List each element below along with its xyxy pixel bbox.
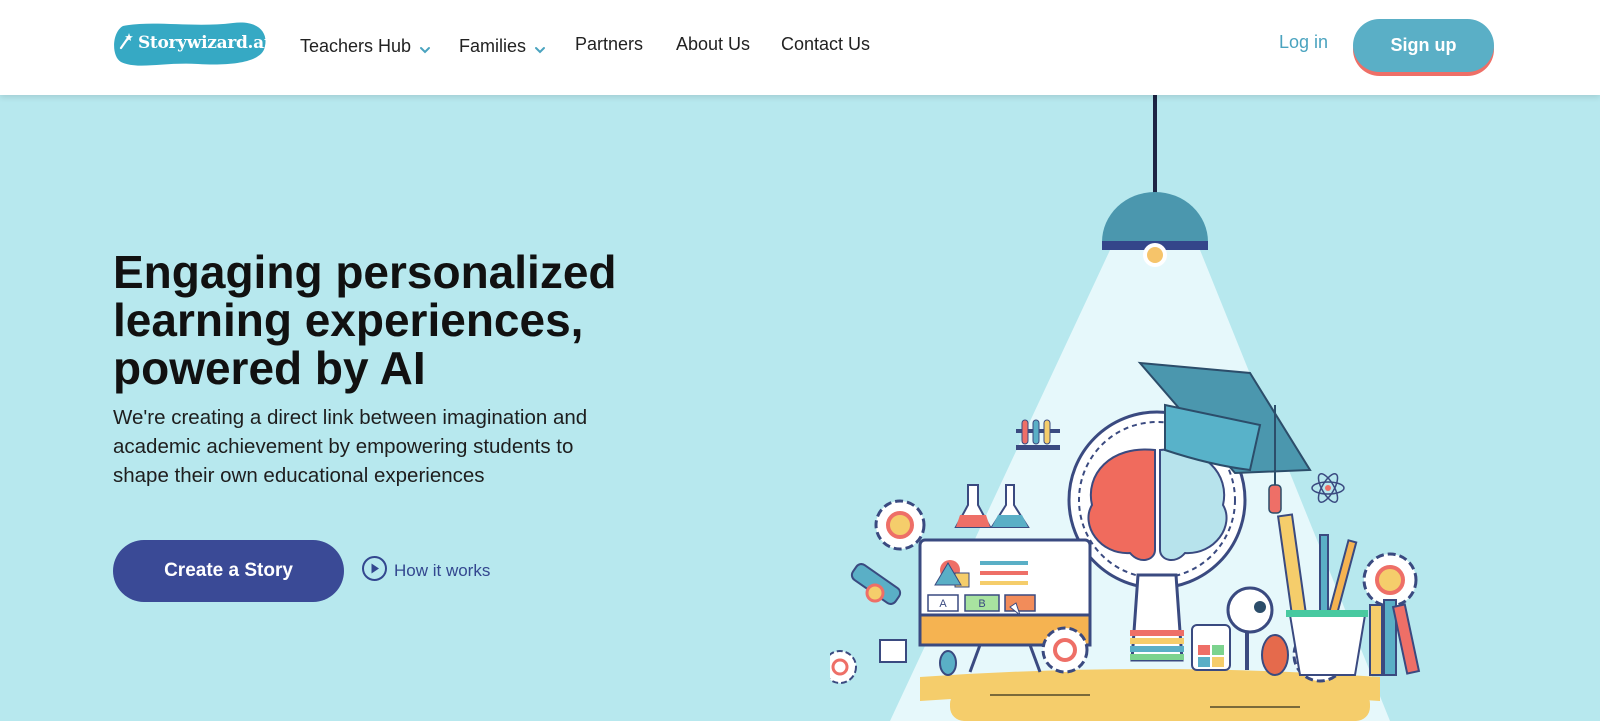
chevron-down-icon: [419, 40, 431, 54]
nav-families-label: Families: [459, 35, 527, 56]
login-link[interactable]: Log in: [1279, 32, 1328, 53]
football-icon: [1261, 634, 1289, 676]
top-navbar: Storywizard.ai Teachers Hub Families Par…: [0, 0, 1600, 95]
signup-button-wrap: Sign up: [1353, 19, 1494, 76]
how-it-works-label: How it works: [394, 561, 491, 580]
play-circle-icon: [361, 555, 388, 587]
option-box-b-label: B: [978, 598, 985, 610]
magic-wand-icon: [118, 32, 134, 55]
nav-partners-label: Partners: [575, 33, 644, 54]
books-icon: [1369, 599, 1421, 676]
hero-title: Engaging personalized learning experienc…: [113, 246, 617, 394]
chevron-down-icon: [534, 40, 546, 54]
nav-contact-us[interactable]: Contact Us: [781, 31, 870, 57]
calculator-icon: [1191, 624, 1231, 671]
option-box-a-label: A: [939, 598, 947, 610]
nav-teachers-hub-label: Teachers Hub: [300, 35, 412, 56]
nav-partners[interactable]: Partners: [575, 31, 643, 57]
gear-icon: [1041, 626, 1089, 674]
hero-subtitle: We're creating a direct link between ima…: [113, 406, 588, 487]
signup-button[interactable]: Sign up: [1353, 19, 1494, 72]
microscope-icon: [850, 563, 907, 663]
logo-text: Storywizard.ai: [137, 33, 271, 53]
logo[interactable]: Storywizard.ai: [113, 20, 271, 69]
gear-icon: [1362, 552, 1418, 608]
gear-icon: [830, 650, 857, 684]
gear-icon: [874, 499, 926, 551]
create-story-button[interactable]: Create a Story: [113, 540, 344, 602]
computer-mouse-icon: [939, 650, 957, 676]
nav-about-us[interactable]: About Us: [676, 31, 750, 57]
atom-icon: [1311, 473, 1345, 503]
hero-illustration: A B: [830, 95, 1421, 721]
nav-contact-us-label: Contact Us: [781, 33, 871, 54]
how-it-works-link[interactable]: How it works: [361, 555, 491, 587]
nav-teachers-hub[interactable]: Teachers Hub: [300, 33, 431, 59]
nav-families[interactable]: Families: [459, 33, 546, 59]
nav-about-us-label: About Us: [676, 33, 751, 54]
